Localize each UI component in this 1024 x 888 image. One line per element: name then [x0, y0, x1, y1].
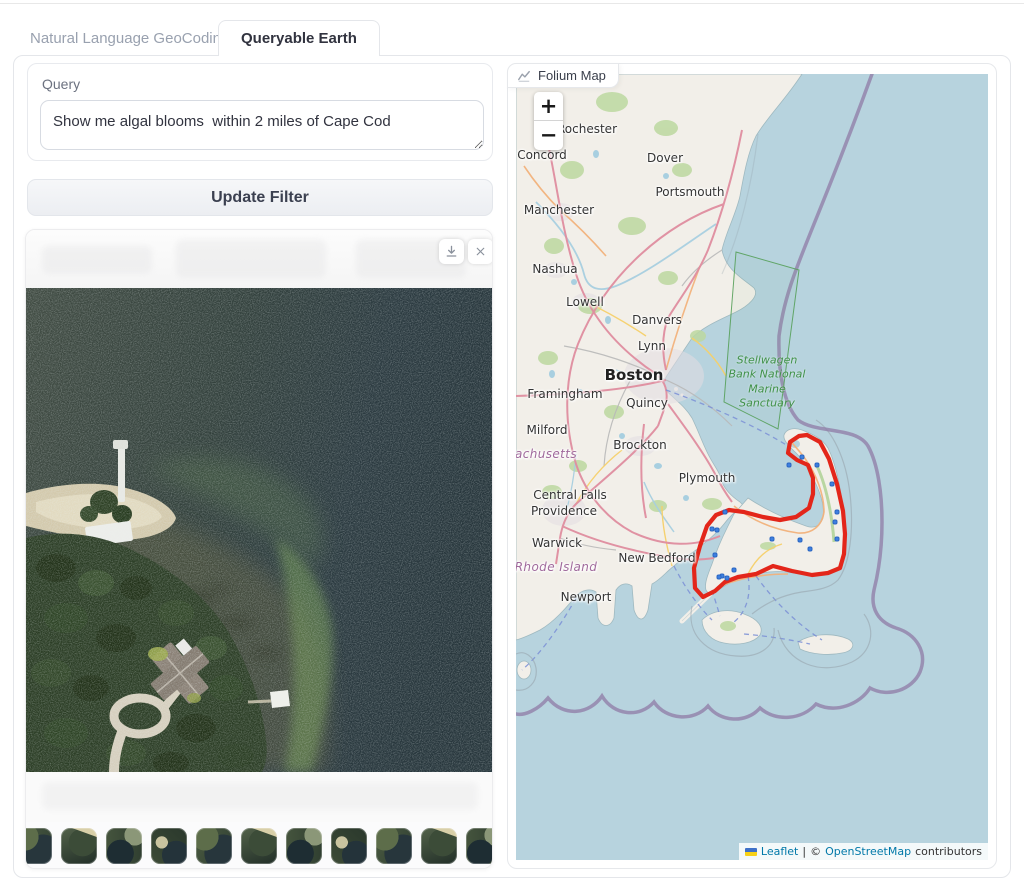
gallery-thumbnail[interactable] [421, 828, 457, 864]
gallery-thumbnail[interactable] [241, 828, 277, 864]
viewer-footer [26, 772, 493, 822]
result-marker[interactable] [800, 455, 805, 460]
viewer-toolbar [26, 230, 493, 288]
result-marker[interactable] [713, 553, 718, 558]
query-form-card: Query Show me algal blooms within 2 mile… [27, 63, 493, 161]
gallery-strip [26, 822, 493, 869]
satellite-image[interactable] [26, 288, 493, 772]
map-canvas[interactable]: RochesterDoverPortsmouthConcordMancheste… [516, 74, 988, 860]
tab-panel: Query Show me algal blooms within 2 mile… [13, 55, 1011, 878]
result-marker[interactable] [833, 520, 838, 525]
skeleton-blob [42, 246, 152, 274]
map-attribution: Leaflet | © OpenStreetMap contributors [739, 843, 988, 860]
gallery-thumbnail[interactable] [286, 828, 322, 864]
folium-map-widget-label: Folium Map [507, 63, 619, 88]
copyright-symbol: © [810, 845, 821, 858]
download-button[interactable] [439, 239, 464, 264]
result-marker[interactable] [732, 568, 737, 573]
tab-label: Queryable Earth [241, 30, 357, 47]
gallery-thumbnail[interactable] [106, 828, 142, 864]
gallery-thumbnail[interactable] [466, 828, 493, 864]
gallery-thumbnail[interactable] [61, 828, 97, 864]
result-marker[interactable] [808, 547, 813, 552]
folium-map-card: Folium Map [507, 63, 997, 869]
tab-queryable-earth[interactable]: Queryable Earth [218, 20, 380, 56]
result-marker[interactable] [723, 510, 728, 515]
result-marker[interactable] [835, 537, 840, 542]
result-marker[interactable] [787, 463, 792, 468]
leaflet-link[interactable]: Leaflet [761, 845, 798, 858]
update-filter-button[interactable]: Update Filter [27, 179, 493, 216]
zoom-in-button[interactable]: + [534, 92, 563, 121]
chart-icon [517, 69, 531, 83]
result-marker[interactable] [725, 576, 730, 581]
result-marker[interactable] [717, 575, 722, 580]
map-zoom-control: + − [534, 92, 563, 150]
attribution-suffix: contributors [915, 845, 982, 858]
zoom-out-button[interactable]: − [534, 121, 563, 150]
gallery-thumbnail[interactable] [376, 828, 412, 864]
result-marker[interactable] [815, 463, 820, 468]
skeleton-blob [176, 240, 326, 278]
openstreetmap-link[interactable]: OpenStreetMap [825, 845, 911, 858]
page-top-divider [0, 3, 1024, 4]
query-textarea[interactable]: Show me algal blooms within 2 miles of C… [40, 100, 484, 150]
query-field-label: Query [42, 76, 80, 92]
download-icon [444, 244, 459, 259]
close-button[interactable] [468, 239, 493, 264]
satellite-image-canvas [26, 288, 493, 772]
ukraine-flag-icon [745, 848, 757, 856]
close-icon [474, 245, 487, 258]
result-marker[interactable] [835, 510, 840, 515]
result-marker[interactable] [770, 537, 775, 542]
result-marker[interactable] [830, 482, 835, 487]
result-marker[interactable] [798, 538, 803, 543]
tab-natural-language-geocoding[interactable]: Natural Language GeoCoding [8, 20, 251, 56]
skeleton-blob [42, 782, 478, 810]
widget-label-text: Folium Map [538, 68, 606, 83]
gallery-thumbnail[interactable] [26, 828, 52, 864]
attribution-separator: | [802, 845, 806, 858]
image-viewer-card [25, 229, 493, 869]
map-markers [516, 74, 988, 860]
result-marker[interactable] [715, 528, 720, 533]
gallery-thumbnail[interactable] [196, 828, 232, 864]
tab-label: Natural Language GeoCoding [30, 30, 229, 47]
gallery-thumbnail[interactable] [331, 828, 367, 864]
update-filter-label: Update Filter [211, 189, 309, 206]
gallery-thumbnail[interactable] [151, 828, 187, 864]
